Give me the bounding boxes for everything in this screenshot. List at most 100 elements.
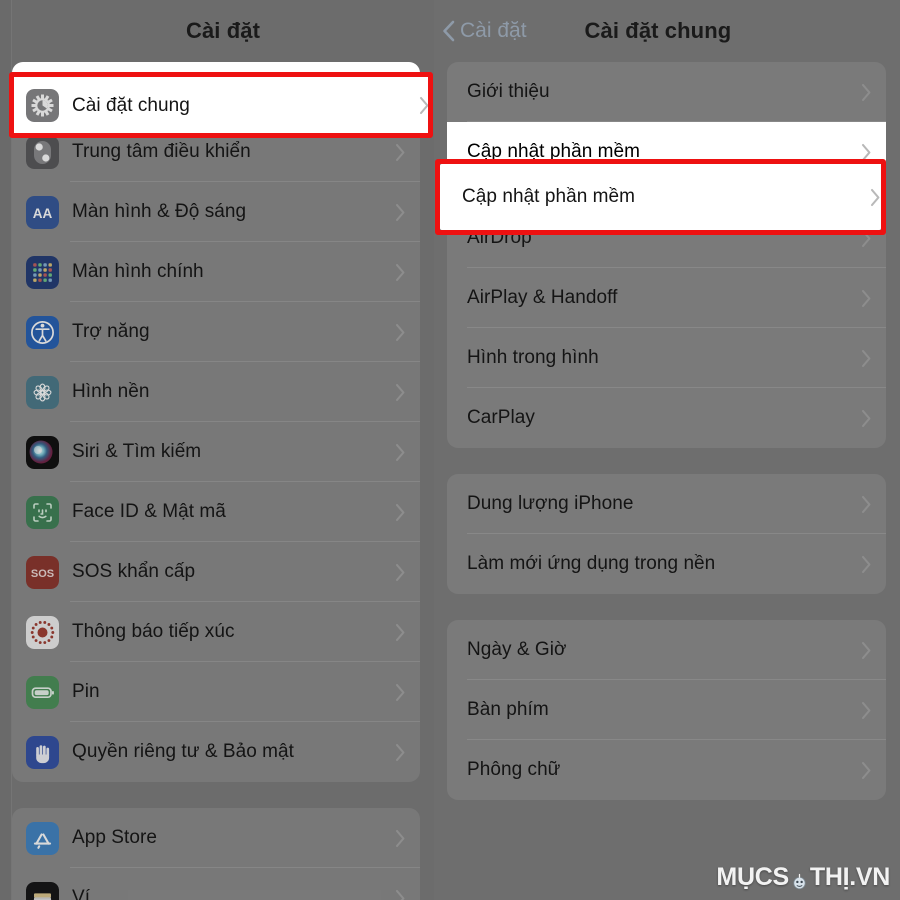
watermark-badge-icon (790, 869, 809, 890)
list-item[interactable]: Hình nền (12, 362, 420, 422)
back-button-label: Cài đặt (460, 19, 527, 42)
list-item-label: Pin (72, 681, 100, 702)
list-item[interactable]: Siri & Tìm kiếm (12, 422, 420, 482)
list-item-label: SOS khẩn cấp (72, 561, 196, 582)
chevron-right-icon (861, 555, 871, 573)
sharing-group: AirDrop AirPlay & Handoff Hình trong hình C… (447, 208, 886, 448)
highlight-software-row[interactable]: Cập nhật phần mềm (440, 164, 881, 230)
settings-list-panel: Cài đặt Cài đặt chung Trung tâm điều khi… (0, 0, 434, 900)
store-group: App Store Ví (12, 808, 420, 900)
list-item[interactable]: AirPlay & Handoff (447, 268, 886, 328)
left-navbar: Cài đặt (0, 0, 434, 62)
chevron-left-icon (443, 20, 455, 42)
list-item[interactable]: Màn hình chính (12, 242, 420, 302)
list-item[interactable]: Bàn phím (447, 680, 886, 740)
chevron-right-icon (861, 289, 871, 307)
list-item[interactable]: CarPlay (447, 388, 886, 448)
list-item-label: AirDrop (467, 227, 532, 248)
control-center-icon (26, 135, 59, 169)
siri-icon (26, 435, 59, 469)
list-item-label: Ví (72, 887, 91, 900)
watermark: MỤCS THỊ.VN (716, 863, 890, 892)
list-item[interactable]: AA Màn hình & Độ sáng (12, 182, 420, 242)
emergency-sos-icon: SOS (26, 555, 59, 589)
list-item-label: Hình trong hình (467, 347, 599, 368)
chevron-right-icon (395, 263, 405, 281)
chevron-right-icon (395, 323, 405, 341)
list-item-label: Thông báo tiếp xúc (72, 621, 235, 642)
list-item-label: Cập nhật phần mềm (467, 141, 641, 162)
chevron-right-icon (861, 409, 871, 427)
list-item[interactable]: Ngày & Giờ (447, 620, 886, 680)
list-item[interactable]: Ví (12, 868, 420, 900)
list-item-label: Làm mới ứng dụng trong nền (467, 553, 716, 574)
chevron-right-icon (861, 761, 871, 779)
chevron-right-icon (395, 889, 405, 900)
datetime-group: Ngày & Giờ Bàn phím Phông chữ (447, 620, 886, 800)
accessibility-icon (26, 315, 59, 349)
chevron-right-icon (419, 96, 429, 115)
chevron-right-icon (395, 503, 405, 521)
list-item-label: App Store (72, 827, 157, 848)
list-item[interactable]: Trợ năng (12, 302, 420, 362)
group-gap (434, 594, 900, 620)
storage-group: Dung lượng iPhone Làm mới ứng dụng trong … (447, 474, 886, 594)
chevron-right-icon (861, 495, 871, 513)
list-item-label: Phông chữ (467, 759, 561, 780)
chevron-right-icon (395, 683, 405, 701)
chevron-right-icon (395, 203, 405, 221)
gear-icon (26, 89, 59, 122)
list-item-label: Giới thiệu (467, 81, 550, 102)
highlight-general-row[interactable]: Cài đặt chung (12, 77, 430, 134)
exposure-notification-icon (26, 615, 59, 649)
list-item[interactable]: Hình trong hình (447, 328, 886, 388)
list-item-label: CarPlay (467, 407, 535, 428)
watermark-text-1: MỤCS (716, 863, 789, 891)
chevron-right-icon (861, 701, 871, 719)
list-item-label: Trung tâm điều khiển (72, 141, 251, 162)
list-item-label: Bàn phím (467, 699, 549, 720)
battery-icon (26, 675, 59, 709)
list-item[interactable]: App Store (12, 808, 420, 868)
watermark-text-2: THỊ.VN (809, 863, 890, 891)
chevron-right-icon (395, 143, 405, 161)
list-item-label: Siri & Tìm kiếm (72, 441, 202, 462)
list-item[interactable]: Quyền riêng tư & Bảo mật (12, 722, 420, 782)
back-button[interactable]: Cài đặt (442, 19, 527, 43)
list-item-label: Quyền riêng tư & Bảo mật (72, 741, 294, 762)
chevron-right-icon (395, 383, 405, 401)
chevron-right-icon (395, 743, 405, 761)
settings-scroll-area[interactable]: Cài đặt chung Trung tâm điều khiển AA Màn… (0, 62, 434, 900)
list-item[interactable]: SOS SOS khẩn cấp (12, 542, 420, 602)
list-item[interactable]: Pin (12, 662, 420, 722)
app-store-icon (26, 821, 59, 855)
chevron-right-icon (861, 641, 871, 659)
main-settings-group: Cài đặt chung Trung tâm điều khiển AA Màn… (12, 62, 420, 782)
wallet-icon (26, 881, 59, 900)
list-item[interactable]: Face ID & Mật mã (12, 482, 420, 542)
chevron-right-icon (861, 229, 871, 247)
list-item[interactable]: Phông chữ (447, 740, 886, 800)
svg-text:AA: AA (33, 206, 53, 221)
chevron-right-icon (395, 829, 405, 847)
page-title-settings: Cài đặt (185, 18, 261, 43)
list-item[interactable]: Dung lượng iPhone (447, 474, 886, 534)
list-item[interactable]: Làm mới ứng dụng trong nền (447, 534, 886, 594)
screenshot-root: Cài đặt Cài đặt chung Trung tâm điều khi… (0, 0, 900, 900)
list-item[interactable]: Giới thiệu (447, 62, 886, 122)
chevron-right-icon (395, 563, 405, 581)
home-screen-icon (26, 255, 59, 289)
list-item-label: Màn hình & Độ sáng (72, 201, 247, 222)
chevron-right-icon (395, 623, 405, 641)
right-navbar: Cài đặt Cài đặt chung (434, 0, 900, 62)
list-item[interactable]: Thông báo tiếp xúc (12, 602, 420, 662)
list-item-label: Ngày & Giờ (467, 639, 567, 660)
chevron-right-icon (861, 143, 871, 161)
chevron-right-icon (861, 83, 871, 101)
chevron-right-icon (861, 349, 871, 367)
svg-text:SOS: SOS (31, 568, 54, 580)
page-title-general: Cài đặt chung (584, 18, 732, 43)
face-id-icon (26, 495, 59, 529)
list-item-label: Màn hình chính (72, 261, 204, 282)
list-item-label: Dung lượng iPhone (467, 493, 634, 514)
